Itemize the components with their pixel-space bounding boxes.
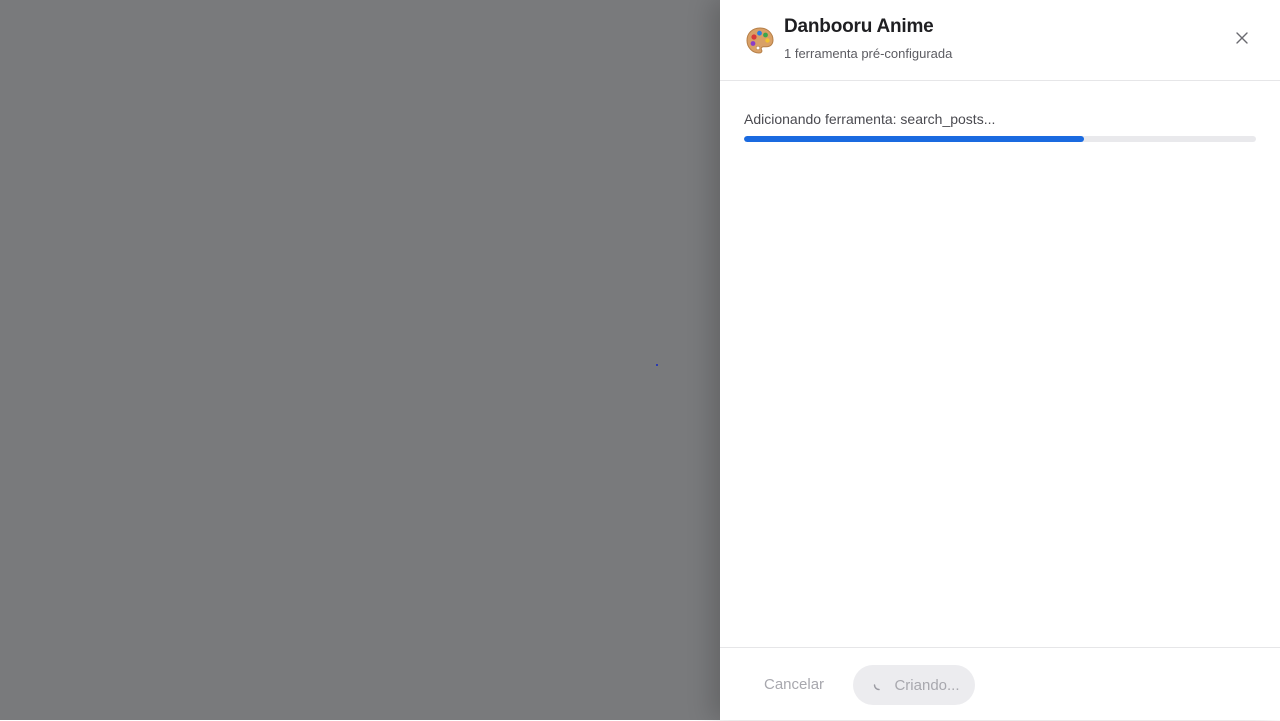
side-drawer: Danbooru Anime 1 ferramenta pré-configur… xyxy=(720,0,1280,720)
create-button-label: Criando... xyxy=(894,676,960,694)
create-button[interactable]: Criando... xyxy=(853,665,975,705)
close-icon[interactable] xyxy=(1236,31,1248,49)
drawer-header: Danbooru Anime 1 ferramenta pré-configur… xyxy=(720,0,1280,81)
palette-icon xyxy=(744,25,776,57)
drawer-title: Danbooru Anime xyxy=(784,16,934,37)
spinner-icon xyxy=(872,678,886,692)
drawer-footer: Cancelar Criando... xyxy=(720,647,1280,721)
close-button[interactable] xyxy=(1228,26,1256,54)
progress-bar-fill xyxy=(744,136,1084,142)
progress-status-text: Adicionando ferramenta: search_posts... xyxy=(744,111,996,127)
cancel-button[interactable]: Cancelar xyxy=(748,665,840,705)
drawer-body: Adicionando ferramenta: search_posts... xyxy=(720,81,1280,647)
backdrop-artifact xyxy=(656,364,658,366)
drawer-subtitle: 1 ferramenta pré-configurada xyxy=(784,46,953,61)
progress-bar xyxy=(744,136,1256,142)
